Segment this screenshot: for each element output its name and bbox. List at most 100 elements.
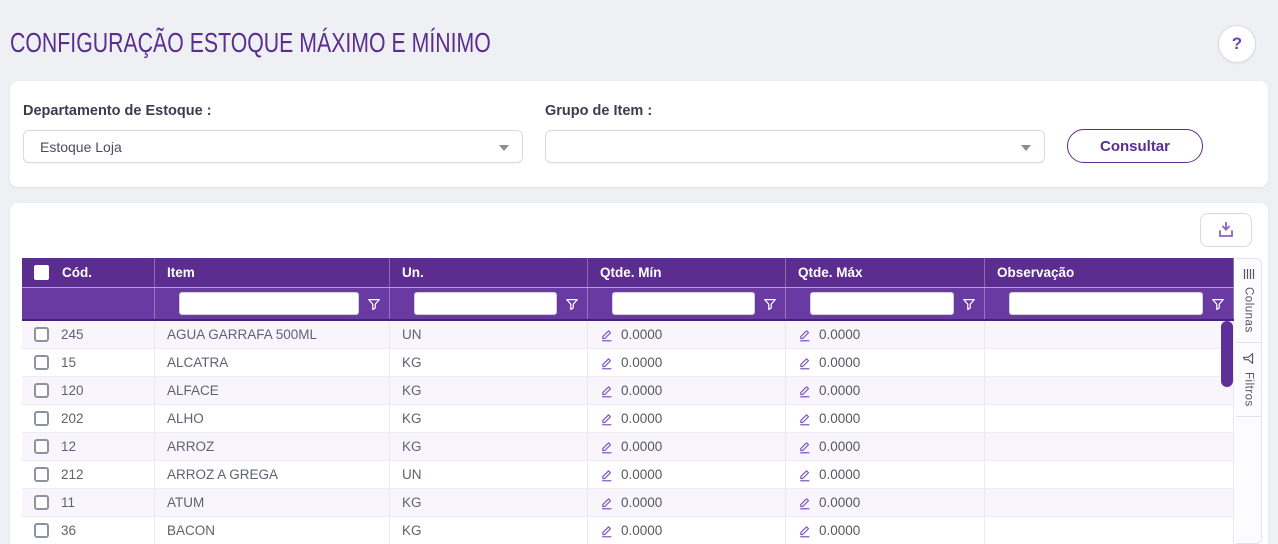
- row-checkbox[interactable]: [34, 467, 49, 482]
- item-unit: KG: [402, 355, 422, 370]
- item-code: 120: [61, 383, 84, 398]
- item-name: ALHO: [167, 411, 204, 426]
- table-row[interactable]: 245 AGUA GARRAFA 500ML UN 0.0000 0.0000: [22, 321, 1234, 349]
- edit-icon[interactable]: [600, 328, 614, 342]
- row-checkbox[interactable]: [34, 495, 49, 510]
- edit-icon[interactable]: [798, 328, 812, 342]
- filter-funnel-icon[interactable]: [954, 297, 984, 311]
- filter-panel: Departamento de Estoque : Estoque Loja G…: [10, 81, 1268, 187]
- item-code: 12: [61, 439, 77, 454]
- qty-min-value[interactable]: 0.0000: [621, 439, 662, 454]
- qty-min-value[interactable]: 0.0000: [621, 467, 662, 482]
- edit-icon[interactable]: [600, 356, 614, 370]
- qty-max-value[interactable]: 0.0000: [819, 523, 860, 538]
- edit-icon[interactable]: [798, 412, 812, 426]
- table-body: 245 AGUA GARRAFA 500ML UN 0.0000 0.0000: [22, 321, 1234, 544]
- qty-max-value[interactable]: 0.0000: [819, 467, 860, 482]
- department-select[interactable]: Estoque Loja: [23, 130, 523, 163]
- grid-panel: Cód. Item Un. Qtde. Mín Qtde. Máx Observ…: [10, 203, 1268, 544]
- qty-max-value[interactable]: 0.0000: [819, 327, 860, 342]
- edit-icon[interactable]: [600, 524, 614, 538]
- row-checkbox[interactable]: [34, 411, 49, 426]
- table-row[interactable]: 12 ARROZ KG 0.0000 0.0000: [22, 433, 1234, 461]
- qty-max-value[interactable]: 0.0000: [819, 411, 860, 426]
- qty-max-value[interactable]: 0.0000: [819, 355, 860, 370]
- qty-max-filter-input[interactable]: [810, 292, 954, 315]
- item-code: 245: [61, 327, 84, 342]
- observation-filter-input[interactable]: [1009, 292, 1203, 315]
- table-row[interactable]: 202 ALHO KG 0.0000 0.0000: [22, 405, 1234, 433]
- group-label: Grupo de Item :: [545, 103, 653, 119]
- table-row[interactable]: 212 ARROZ A GREGA UN 0.0000 0.0000: [22, 461, 1234, 489]
- item-name: ARROZ A GREGA: [167, 467, 279, 482]
- edit-icon[interactable]: [798, 356, 812, 370]
- row-checkbox[interactable]: [34, 383, 49, 398]
- qty-min-value[interactable]: 0.0000: [621, 383, 662, 398]
- un-filter-input[interactable]: [414, 292, 557, 315]
- column-header-observation[interactable]: Observação: [997, 265, 1074, 280]
- table-row[interactable]: 11 ATUM KG 0.0000 0.0000: [22, 489, 1234, 517]
- columns-icon: [1243, 268, 1255, 280]
- item-name: BACON: [167, 523, 216, 538]
- qty-max-value[interactable]: 0.0000: [819, 495, 860, 510]
- qty-min-value[interactable]: 0.0000: [621, 495, 662, 510]
- edit-icon[interactable]: [600, 496, 614, 510]
- column-header-qty-max[interactable]: Qtde. Máx: [798, 265, 863, 280]
- download-icon: [1216, 221, 1236, 239]
- item-code: 202: [61, 411, 84, 426]
- columns-tab[interactable]: Colunas: [1236, 259, 1261, 343]
- qty-max-value[interactable]: 0.0000: [819, 383, 860, 398]
- item-code: 212: [61, 467, 84, 482]
- filters-tab[interactable]: Filtros: [1236, 343, 1261, 417]
- qty-min-value[interactable]: 0.0000: [621, 355, 662, 370]
- vertical-scrollbar-thumb[interactable]: [1221, 321, 1233, 387]
- edit-icon[interactable]: [600, 468, 614, 482]
- group-select[interactable]: [545, 130, 1045, 163]
- item-unit: KG: [402, 439, 422, 454]
- table-row[interactable]: 36 BACON KG 0.0000 0.0000: [22, 517, 1234, 544]
- filters-tab-label: Filtros: [1242, 371, 1255, 407]
- item-code: 36: [61, 523, 77, 538]
- row-checkbox[interactable]: [34, 523, 49, 538]
- side-tab-strip: Colunas Filtros: [1236, 258, 1262, 544]
- item-name: ATUM: [167, 495, 205, 510]
- column-header-item[interactable]: Item: [167, 265, 195, 280]
- edit-icon[interactable]: [600, 384, 614, 398]
- item-unit: UN: [402, 327, 422, 342]
- item-name: AGUA GARRAFA 500ML: [167, 327, 318, 342]
- edit-icon[interactable]: [798, 524, 812, 538]
- qty-min-value[interactable]: 0.0000: [621, 411, 662, 426]
- item-name: ALFACE: [167, 383, 219, 398]
- edit-icon[interactable]: [798, 468, 812, 482]
- item-code: 11: [61, 495, 76, 510]
- edit-icon[interactable]: [798, 496, 812, 510]
- table-row[interactable]: 15 ALCATRA KG 0.0000 0.0000: [22, 349, 1234, 377]
- qty-min-filter-input[interactable]: [612, 292, 755, 315]
- qty-max-value[interactable]: 0.0000: [819, 439, 860, 454]
- edit-icon[interactable]: [798, 384, 812, 398]
- edit-icon[interactable]: [600, 412, 614, 426]
- filter-funnel-icon[interactable]: [1203, 297, 1233, 311]
- item-unit: UN: [402, 467, 422, 482]
- qty-min-value[interactable]: 0.0000: [621, 327, 662, 342]
- qty-min-value[interactable]: 0.0000: [621, 523, 662, 538]
- filter-funnel-icon[interactable]: [755, 297, 785, 311]
- export-button[interactable]: [1200, 213, 1252, 247]
- table-row[interactable]: 120 ALFACE KG 0.0000 0.0000: [22, 377, 1234, 405]
- column-header-un[interactable]: Un.: [402, 265, 424, 280]
- help-button[interactable]: ?: [1218, 25, 1256, 63]
- consult-button[interactable]: Consultar: [1067, 129, 1203, 163]
- row-checkbox[interactable]: [34, 327, 49, 342]
- column-header-qty-min[interactable]: Qtde. Mín: [600, 265, 662, 280]
- item-filter-input[interactable]: [179, 292, 359, 315]
- select-all-checkbox[interactable]: [34, 265, 49, 280]
- row-checkbox[interactable]: [34, 355, 49, 370]
- row-checkbox[interactable]: [34, 439, 49, 454]
- stock-table: Cód. Item Un. Qtde. Mín Qtde. Máx Observ…: [22, 258, 1234, 544]
- column-header-code[interactable]: Cód.: [62, 265, 92, 280]
- item-code: 15: [61, 355, 77, 370]
- edit-icon[interactable]: [798, 440, 812, 454]
- filter-funnel-icon[interactable]: [557, 297, 587, 311]
- edit-icon[interactable]: [600, 440, 614, 454]
- filter-funnel-icon[interactable]: [359, 297, 389, 311]
